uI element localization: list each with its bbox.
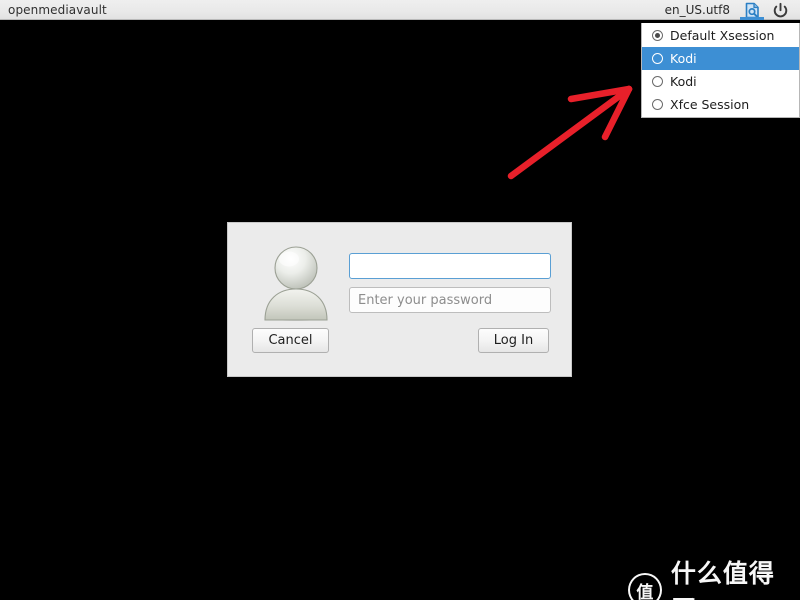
session-menu-item[interactable]: Xfce Session — [642, 93, 799, 116]
top-bar: openmediavault en_US.utf8 — [0, 0, 800, 20]
session-menu-item-label: Kodi — [670, 74, 697, 89]
top-bar-right-group: en_US.utf8 — [665, 0, 800, 20]
radio-icon — [652, 99, 663, 110]
session-menu-item-label: Default Xsession — [670, 28, 775, 43]
session-document-icon — [745, 2, 759, 18]
username-input[interactable] — [349, 253, 551, 279]
radio-icon — [652, 53, 663, 64]
session-menu-item-label: Kodi — [670, 51, 697, 66]
session-active-underline — [740, 17, 764, 20]
login-screen: openmediavault en_US.utf8 Default Xsessi… — [0, 0, 800, 600]
session-selector-button[interactable] — [738, 0, 766, 20]
watermark-badge: 值 — [628, 573, 662, 600]
user-avatar-icon — [264, 246, 328, 321]
radio-icon — [652, 30, 663, 41]
power-icon — [773, 2, 787, 17]
locale-label[interactable]: en_US.utf8 — [665, 0, 730, 20]
hostname-label: openmediavault — [8, 3, 107, 17]
power-button[interactable] — [766, 0, 794, 20]
login-dialog: Cancel Log In — [227, 222, 572, 377]
session-dropdown-menu[interactable]: Default Xsession Kodi Kodi Xfce Session — [641, 23, 800, 118]
password-input[interactable] — [349, 287, 551, 313]
login-button[interactable]: Log In — [478, 328, 549, 353]
session-menu-item[interactable]: Kodi — [642, 47, 799, 70]
cancel-button[interactable]: Cancel — [252, 328, 329, 353]
session-menu-item[interactable]: Kodi — [642, 70, 799, 93]
watermark: 值 什么值得买 — [628, 554, 800, 600]
radio-icon — [652, 76, 663, 87]
annotation-arrow-icon — [507, 85, 633, 180]
session-menu-item-label: Xfce Session — [670, 97, 750, 112]
watermark-text: 什么值得买 — [670, 559, 775, 600]
session-menu-item[interactable]: Default Xsession — [642, 24, 799, 47]
